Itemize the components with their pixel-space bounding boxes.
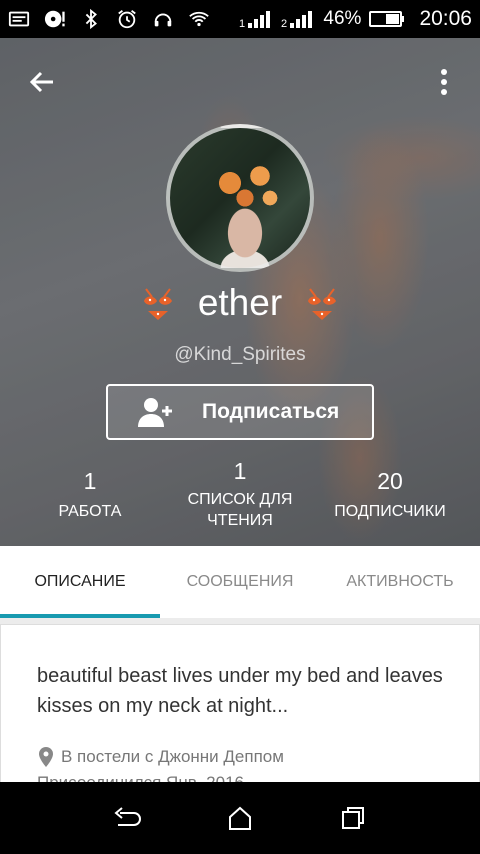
back-icon	[114, 807, 141, 826]
signal-icon: 1	[239, 8, 273, 30]
bikini-emoji-icon	[143, 288, 172, 320]
recent-apps-icon	[342, 807, 365, 829]
profile-description: beautiful beast lives under my bed and l…	[37, 665, 443, 717]
cd-alert-icon	[44, 8, 66, 30]
nav-back-button[interactable]	[107, 798, 147, 838]
follow-button-label: Подписаться	[202, 400, 340, 423]
tab-activity-label: АКТИВНОСТЬ	[346, 573, 454, 590]
more-vertical-icon	[441, 69, 447, 95]
svg-text:2: 2	[281, 18, 287, 30]
stat-followers-value: 20	[377, 468, 403, 494]
tab-messages[interactable]: СООБЩЕНИЯ	[160, 546, 320, 618]
clock: 20:06	[419, 7, 472, 30]
more-options-button[interactable]	[432, 64, 456, 100]
nav-recents-button[interactable]	[333, 798, 373, 838]
stat-works[interactable]: 1 РАБОТА	[40, 468, 140, 522]
profile-handle: @Kind_Spirites	[174, 344, 306, 365]
stat-reading-lists-label: СПИСОК ДЛЯ ЧТЕНИЯ	[187, 491, 293, 529]
headset-icon	[152, 8, 174, 30]
tab-activity[interactable]: АКТИВНОСТЬ	[320, 546, 480, 618]
profile-name: ether	[197, 282, 283, 323]
tab-about[interactable]: ОПИСАНИЕ	[0, 546, 160, 618]
stat-followers-label: ПОДПИСЧИКИ	[334, 503, 446, 520]
bikini-emoji-icon	[308, 288, 337, 320]
stat-works-value: 1	[83, 468, 97, 494]
stat-followers[interactable]: 20 ПОДПИСЧИКИ	[325, 468, 455, 522]
tab-messages-label: СООБЩЕНИЯ	[186, 573, 294, 590]
battery-icon	[369, 8, 405, 30]
status-bar: 1 2 46% 20:06	[0, 0, 480, 38]
nav-home-button[interactable]	[220, 798, 260, 838]
stat-reading-lists[interactable]: 1 СПИСОК ДЛЯ ЧТЕНИЯ	[170, 458, 310, 531]
follow-button[interactable]: Подписаться	[106, 384, 374, 440]
stat-reading-lists-value: 1	[233, 458, 247, 484]
stat-works-label: РАБОТА	[58, 503, 122, 520]
signal-icon: 2	[281, 8, 315, 30]
location-text: В постели с Джонни Деппом	[61, 747, 284, 766]
add-user-icon	[138, 398, 172, 427]
avatar[interactable]	[166, 124, 314, 272]
location-row: В постели с Джонни Деппом	[37, 747, 284, 767]
profile-name-row: ether	[0, 282, 480, 324]
battery-percent: 46%	[323, 8, 362, 29]
sim-card-icon	[8, 8, 30, 30]
wifi-icon	[188, 8, 210, 30]
system-navigation-bar	[0, 782, 480, 854]
location-pin-icon	[39, 747, 53, 767]
arrow-left-icon	[29, 71, 53, 93]
back-button[interactable]	[24, 64, 60, 100]
svg-text:1: 1	[239, 18, 245, 30]
active-tab-indicator	[0, 614, 160, 618]
alarm-icon	[116, 8, 138, 30]
home-icon	[228, 806, 251, 830]
tab-about-label: ОПИСАНИЕ	[34, 573, 126, 590]
about-card: beautiful beast lives under my bed and l…	[0, 624, 480, 784]
profile-tabs: ОПИСАНИЕ СООБЩЕНИЯ АКТИВНОСТЬ	[0, 546, 480, 618]
profile-header: ether @Kind_Spirites Подписаться 1 РАБОТ…	[0, 38, 480, 546]
bluetooth-icon	[80, 8, 102, 30]
